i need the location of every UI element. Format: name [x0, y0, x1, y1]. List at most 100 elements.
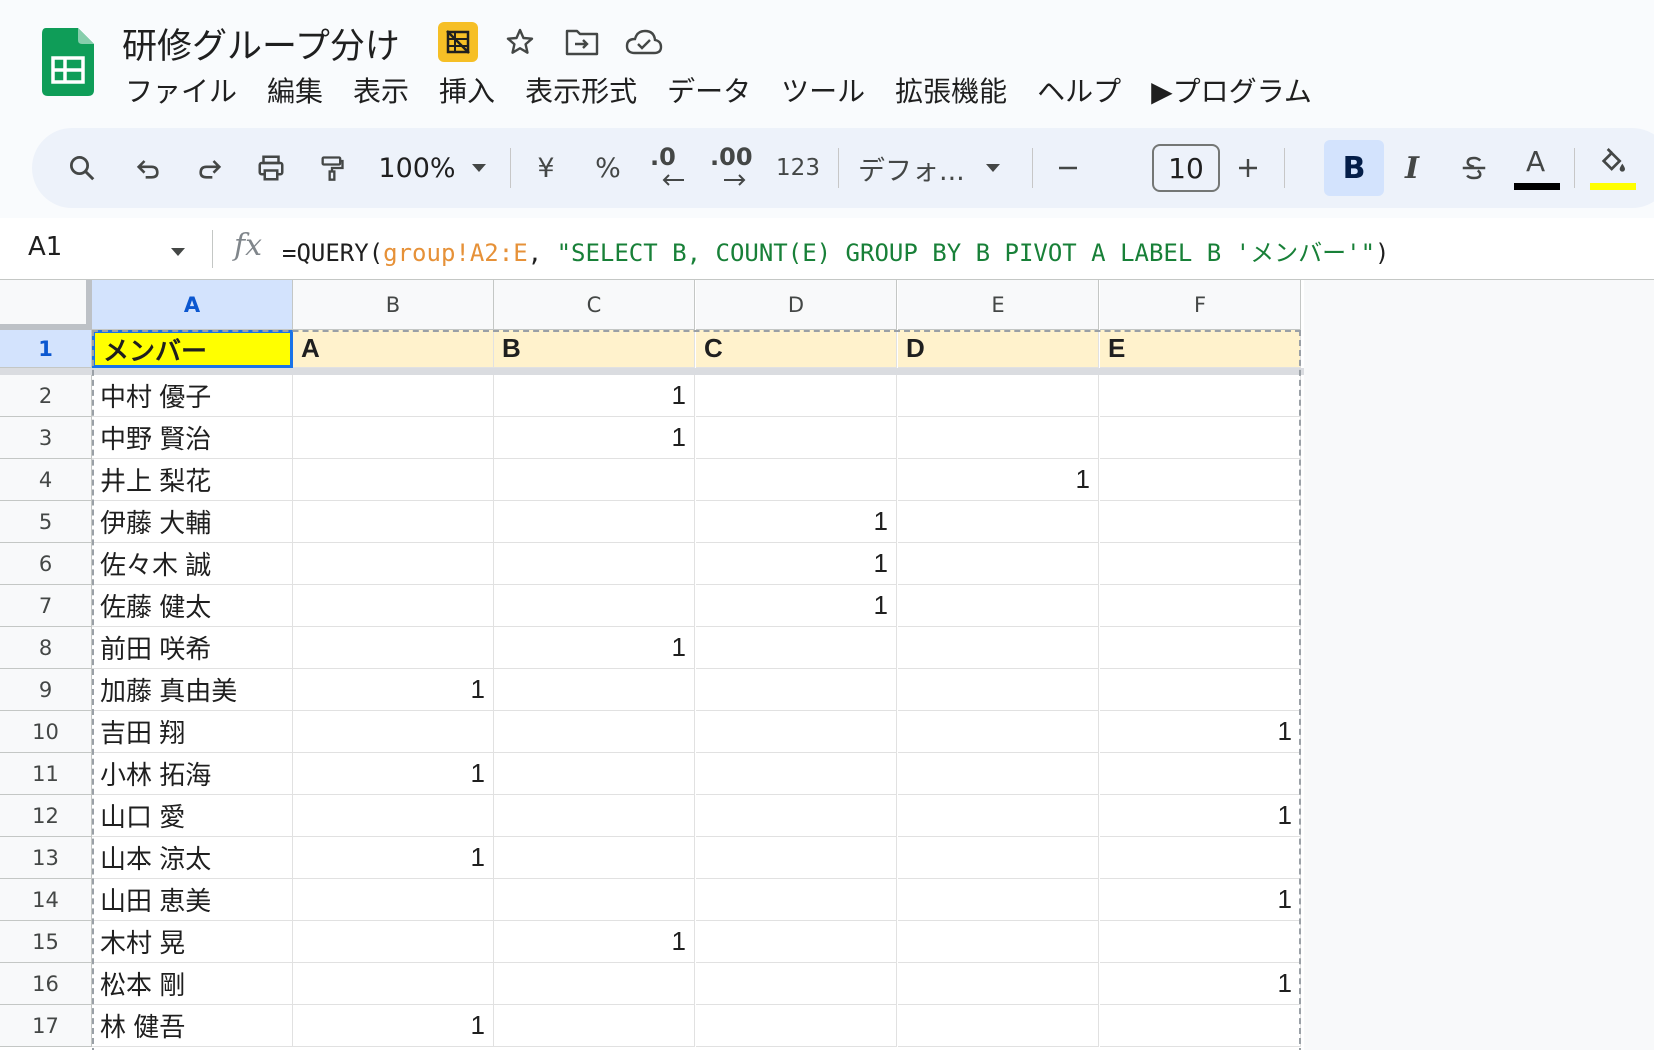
count-cell[interactable]: 1 — [293, 669, 494, 711]
count-cell[interactable] — [293, 543, 494, 585]
header-cell[interactable]: C — [696, 330, 897, 368]
count-cell[interactable] — [1100, 417, 1301, 459]
member-name-cell[interactable]: 木村 晃 — [92, 921, 293, 963]
row-header-2[interactable]: 2 — [0, 375, 92, 417]
count-cell[interactable]: 1 — [494, 417, 695, 459]
count-cell[interactable] — [696, 459, 897, 501]
row-header-7[interactable]: 7 — [0, 585, 92, 627]
member-name-cell[interactable]: 山本 涼太 — [92, 837, 293, 879]
active-cell[interactable]: メンバー — [92, 330, 293, 368]
count-cell[interactable] — [696, 879, 897, 921]
count-cell[interactable] — [1100, 753, 1301, 795]
column-header-a[interactable]: A — [92, 280, 293, 330]
member-name-cell[interactable]: 佐々木 誠 — [92, 543, 293, 585]
count-cell[interactable]: 1 — [494, 921, 695, 963]
count-cell[interactable]: 1 — [696, 585, 897, 627]
count-cell[interactable] — [494, 753, 695, 795]
count-cell[interactable] — [293, 921, 494, 963]
count-cell[interactable]: 1 — [1100, 795, 1301, 837]
member-name-cell[interactable]: 加藤 真由美 — [92, 669, 293, 711]
column-header-d[interactable]: D — [696, 280, 897, 330]
count-cell[interactable]: 1 — [494, 627, 695, 669]
row-header-14[interactable]: 14 — [0, 879, 92, 921]
menu-program[interactable]: ▶プログラム — [1136, 70, 1327, 114]
row-header-5[interactable]: 5 — [0, 501, 92, 543]
count-cell[interactable]: 1 — [293, 753, 494, 795]
menu-data[interactable]: データ — [652, 70, 766, 114]
count-cell[interactable] — [293, 459, 494, 501]
percent-format-button[interactable]: % — [588, 128, 628, 208]
count-cell[interactable] — [1100, 627, 1301, 669]
column-header-c[interactable]: C — [494, 280, 695, 330]
decrease-font-size-icon[interactable] — [1048, 128, 1088, 208]
count-cell[interactable] — [898, 1005, 1099, 1047]
count-cell[interactable] — [1100, 375, 1301, 417]
count-cell[interactable] — [696, 711, 897, 753]
count-cell[interactable] — [293, 879, 494, 921]
font-size-input[interactable]: 10 — [1152, 144, 1220, 192]
count-cell[interactable] — [494, 501, 695, 543]
decrease-decimal-button[interactable]: .0 — [646, 128, 690, 208]
menu-view[interactable]: 表示 — [338, 70, 424, 114]
row-header-1[interactable]: 1 — [0, 330, 92, 368]
count-cell[interactable] — [898, 711, 1099, 753]
font-select[interactable]: デフォ... — [852, 128, 972, 208]
count-cell[interactable] — [1100, 501, 1301, 543]
row-header-10[interactable]: 10 — [0, 711, 92, 753]
count-cell[interactable] — [1100, 1005, 1301, 1047]
move-folder-icon[interactable] — [562, 22, 602, 62]
member-name-cell[interactable]: 前田 咲希 — [92, 627, 293, 669]
sheets-logo-icon[interactable] — [42, 28, 94, 96]
row-header-4[interactable]: 4 — [0, 459, 92, 501]
menu-file[interactable]: ファイル — [110, 70, 252, 114]
count-cell[interactable] — [1100, 585, 1301, 627]
italic-button[interactable]: I — [1392, 128, 1432, 208]
count-cell[interactable] — [898, 627, 1099, 669]
count-cell[interactable] — [494, 879, 695, 921]
row-header-9[interactable]: 9 — [0, 669, 92, 711]
row-header-12[interactable]: 12 — [0, 795, 92, 837]
member-name-cell[interactable]: 井上 梨花 — [92, 459, 293, 501]
count-cell[interactable] — [494, 543, 695, 585]
count-cell[interactable] — [494, 585, 695, 627]
frozen-row-divider[interactable] — [0, 368, 1304, 375]
count-cell[interactable]: 1 — [494, 375, 695, 417]
row-header-16[interactable]: 16 — [0, 963, 92, 1005]
member-name-cell[interactable]: 山口 愛 — [92, 795, 293, 837]
fill-color-icon[interactable] — [1588, 128, 1638, 208]
count-cell[interactable] — [898, 795, 1099, 837]
chevron-down-icon[interactable] — [170, 242, 186, 261]
menu-tools[interactable]: ツール — [766, 70, 880, 114]
count-cell[interactable] — [696, 669, 897, 711]
currency-format-button[interactable]: ¥ — [526, 128, 566, 208]
member-name-cell[interactable]: 松本 剛 — [92, 963, 293, 1005]
header-cell[interactable]: B — [494, 330, 695, 368]
count-cell[interactable]: 1 — [898, 459, 1099, 501]
count-cell[interactable] — [1100, 669, 1301, 711]
member-name-cell[interactable]: 佐藤 健太 — [92, 585, 293, 627]
count-cell[interactable]: 1 — [696, 501, 897, 543]
bold-button[interactable]: B — [1324, 140, 1384, 196]
strikethrough-icon[interactable] — [1454, 128, 1494, 208]
menu-edit[interactable]: 編集 — [252, 70, 338, 114]
count-cell[interactable]: 1 — [696, 543, 897, 585]
cloud-saved-icon[interactable] — [624, 22, 664, 62]
count-cell[interactable]: 1 — [1100, 963, 1301, 1005]
print-icon[interactable] — [250, 128, 292, 208]
name-box[interactable]: A1 — [28, 232, 62, 262]
count-cell[interactable] — [293, 417, 494, 459]
count-cell[interactable] — [293, 795, 494, 837]
spreadsheet-grid[interactable]: A B C D E F 1 メンバー A B C D E 2 中村 優子 1 3 中野 賢治 1 4 井上 梨花 1 5 伊藤… — [0, 280, 1654, 1050]
count-cell[interactable] — [494, 795, 695, 837]
zoom-select[interactable]: 100% — [372, 128, 462, 208]
document-title[interactable]: 研修グループ分け — [122, 18, 400, 69]
count-cell[interactable] — [293, 963, 494, 1005]
count-cell[interactable] — [293, 375, 494, 417]
menu-format[interactable]: 表示形式 — [510, 70, 652, 114]
paint-format-icon[interactable] — [312, 128, 352, 208]
count-cell[interactable] — [293, 627, 494, 669]
count-cell[interactable] — [898, 375, 1099, 417]
star-icon[interactable] — [500, 22, 540, 62]
undo-icon[interactable] — [128, 128, 168, 208]
count-cell[interactable] — [1100, 459, 1301, 501]
